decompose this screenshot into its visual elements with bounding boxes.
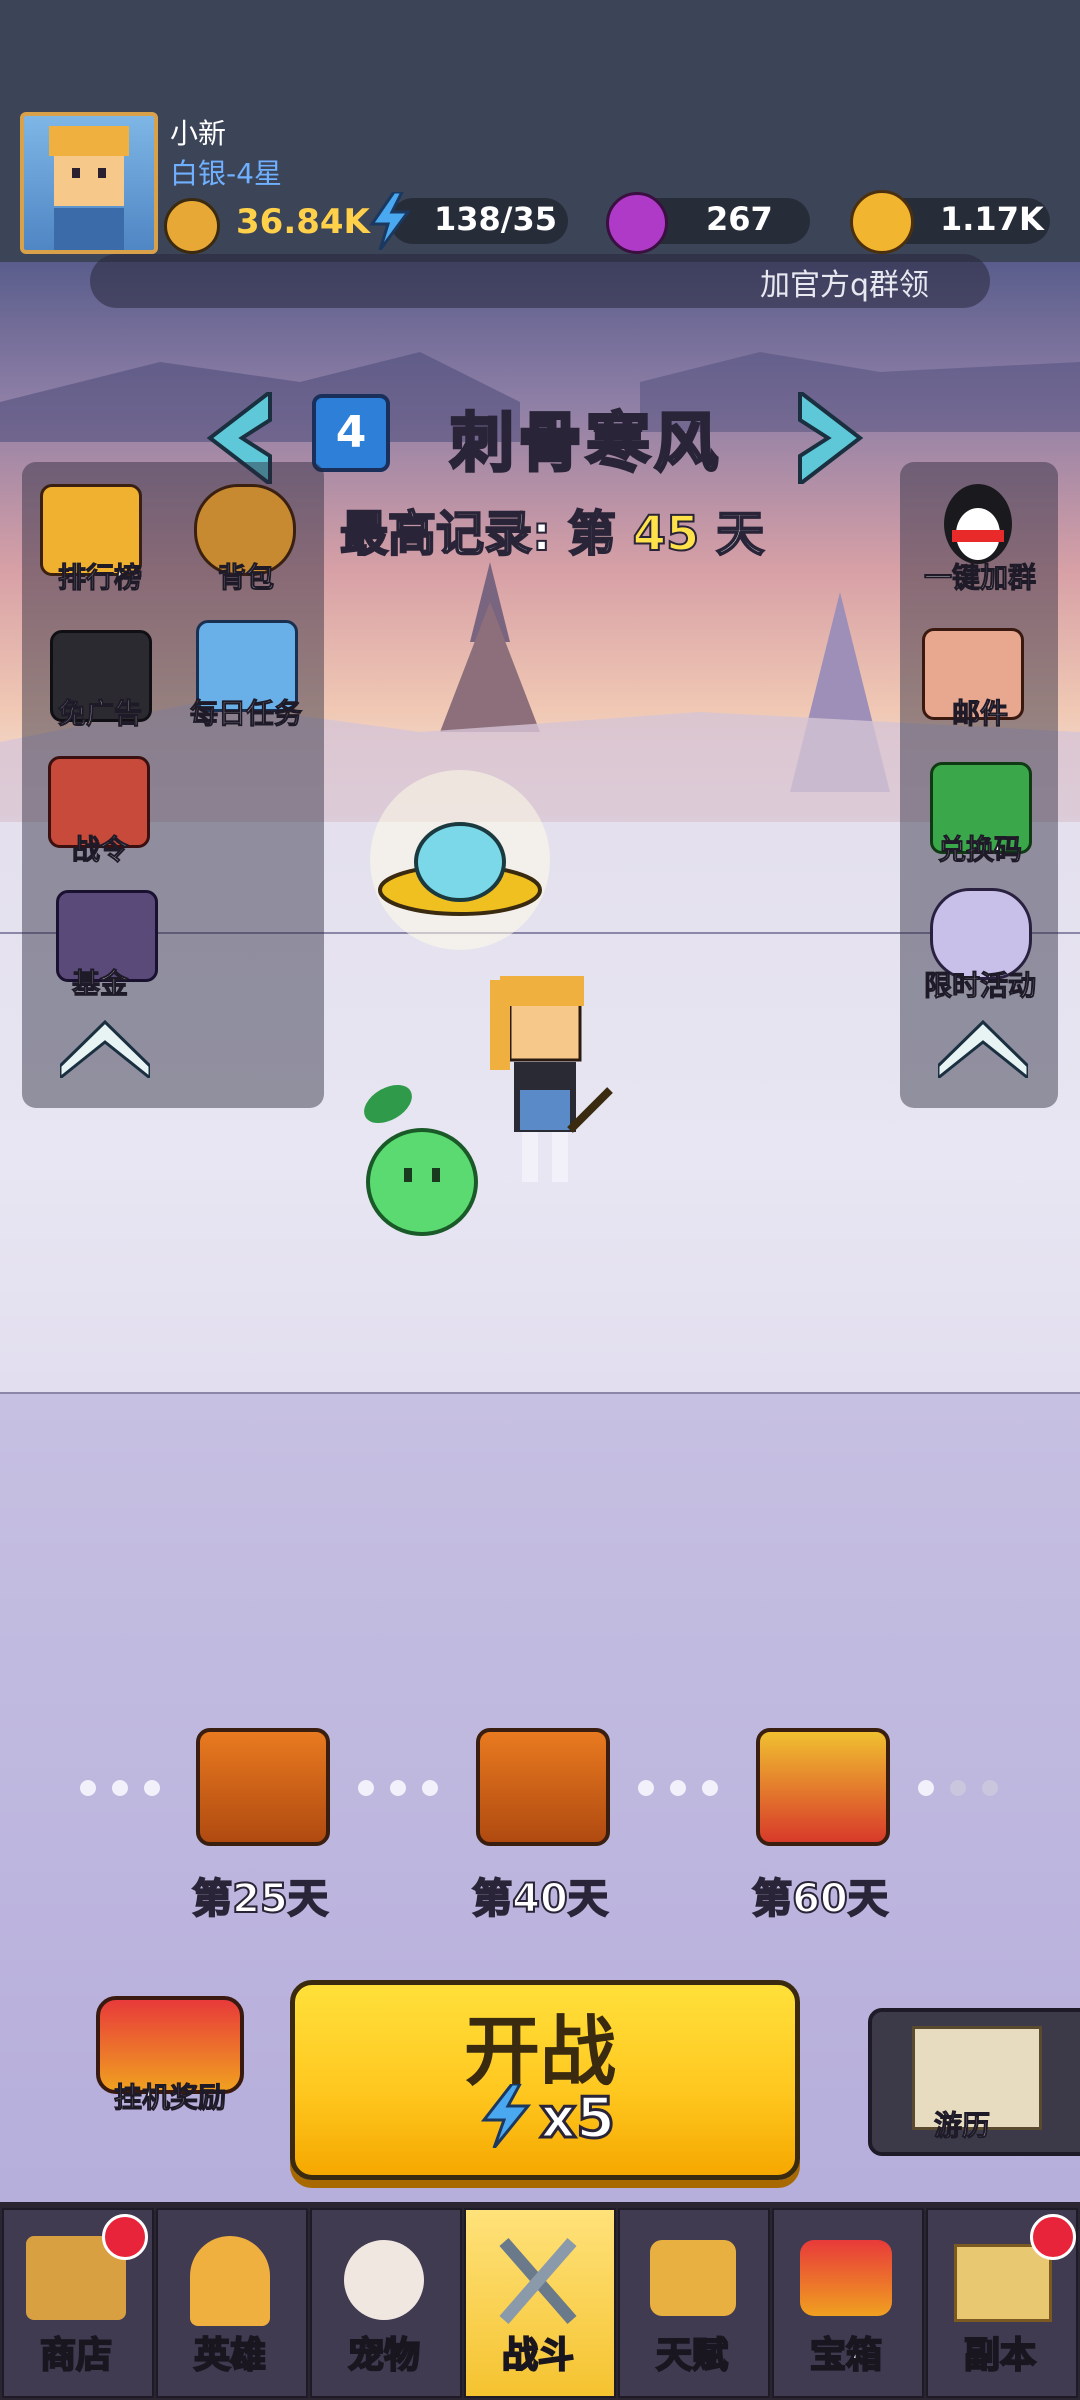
next-stage-button[interactable]: [790, 387, 870, 489]
energy-cost-icon: [478, 2082, 534, 2149]
coin-icon: [850, 190, 914, 254]
ufo-pet: [360, 770, 560, 950]
qq-penguin-icon[interactable]: [930, 472, 1026, 568]
fund-label: 基金: [71, 967, 128, 1001]
collapse-left-button[interactable]: [58, 1016, 152, 1082]
nav-label-dungeon: 副本: [963, 2334, 1037, 2377]
best-record-prefix: 最高记录: 第: [339, 505, 617, 563]
backpack-label: 背包: [217, 561, 274, 595]
chevron-up-icon: [936, 1019, 1030, 1082]
hero-character: [470, 970, 620, 1200]
pet-icon: [344, 2240, 424, 2320]
qq-group-label: 一键加群: [923, 561, 1036, 595]
best-record-suffix: 天: [715, 505, 765, 563]
redeem-code-label: 兑换码: [937, 833, 1022, 867]
scroll-map-icon: [954, 2244, 1052, 2322]
progress-dot: [112, 1780, 128, 1796]
progress-dot: [918, 1780, 934, 1796]
pine-tree: [440, 602, 540, 732]
collapse-right-button[interactable]: [936, 1016, 1030, 1082]
ground-line: [0, 1392, 1080, 1394]
chest-day-25-label: 第25天: [191, 1875, 329, 1923]
chest-day-25[interactable]: [196, 1728, 330, 1846]
best-record: 最高记录: 第 45 天: [339, 494, 765, 564]
progress-dot: [950, 1780, 966, 1796]
travel-label: 游历: [933, 2109, 991, 2143]
power-value: 36.84K: [236, 202, 370, 242]
nav-label-chest: 宝箱: [809, 2334, 883, 2377]
battle-label: 开战: [464, 2007, 616, 2096]
crossed-swords-icon: [498, 2236, 578, 2326]
lightning-icon: [368, 190, 412, 251]
hero-icon: [190, 2236, 270, 2326]
best-record-day: 45: [632, 505, 701, 563]
chest-day-60[interactable]: [756, 1728, 890, 1846]
slime-icon: [364, 1085, 478, 1236]
limited-event-label: 限时活动: [923, 969, 1036, 1003]
talent-fist-icon: [650, 2240, 736, 2316]
nav-label-heroes: 英雄: [193, 2334, 267, 2377]
chest-day-40[interactable]: [476, 1728, 610, 1846]
chevron-up-icon: [58, 1019, 152, 1082]
progress-dot: [358, 1780, 374, 1796]
chest-icon: [800, 2240, 892, 2316]
notification-badge: [1030, 2214, 1076, 2260]
energy-value: 138/35: [434, 200, 558, 238]
leaderboard-label: 排行榜: [57, 561, 142, 595]
chest-day-40-label: 第40天: [471, 1875, 609, 1923]
stage-number-badge: 4: [312, 394, 390, 472]
progress-dot: [670, 1780, 686, 1796]
chevron-right-icon: [798, 387, 864, 489]
nav-label-battle: 战斗: [501, 2334, 575, 2377]
ufo-icon: [370, 770, 550, 950]
nav-label-talent: 天赋: [655, 2334, 729, 2377]
hero-sprite-icon: [490, 976, 613, 1182]
gem-icon: [606, 192, 668, 254]
player-name: 小新: [170, 117, 227, 150]
nav-label-pets: 宠物: [347, 2334, 421, 2377]
progress-dot: [80, 1780, 96, 1796]
power-icon: [164, 198, 220, 254]
player-avatar[interactable]: [20, 112, 158, 254]
progress-dot: [144, 1780, 160, 1796]
idle-reward-label: 挂机奖励: [113, 2081, 226, 2115]
battle-cost: x5: [538, 2085, 616, 2153]
no-ads-label: 免广告: [57, 697, 142, 731]
group-banner-text: 加官方q群领: [760, 268, 930, 303]
hero-portrait-icon: [49, 126, 129, 250]
progress-dot: [638, 1780, 654, 1796]
progress-dot: [702, 1780, 718, 1796]
nav-label-shop: 商店: [39, 2334, 113, 2377]
battle-pass-label: 战令: [71, 833, 128, 867]
stage-title: 刺骨寒风: [449, 406, 722, 483]
gem-value: 267: [706, 200, 773, 238]
coin-value: 1.17K: [940, 200, 1044, 238]
mail-label: 邮件: [951, 697, 1008, 731]
progress-dot: [982, 1780, 998, 1796]
player-rank: 白银-4星: [170, 157, 282, 190]
daily-task-label: 每日任务: [189, 697, 302, 731]
notification-badge: [102, 2214, 148, 2260]
slime-pet: [350, 1070, 480, 1240]
progress-dot: [390, 1780, 406, 1796]
progress-dot: [422, 1780, 438, 1796]
chest-day-60-label: 第60天: [751, 1875, 889, 1923]
